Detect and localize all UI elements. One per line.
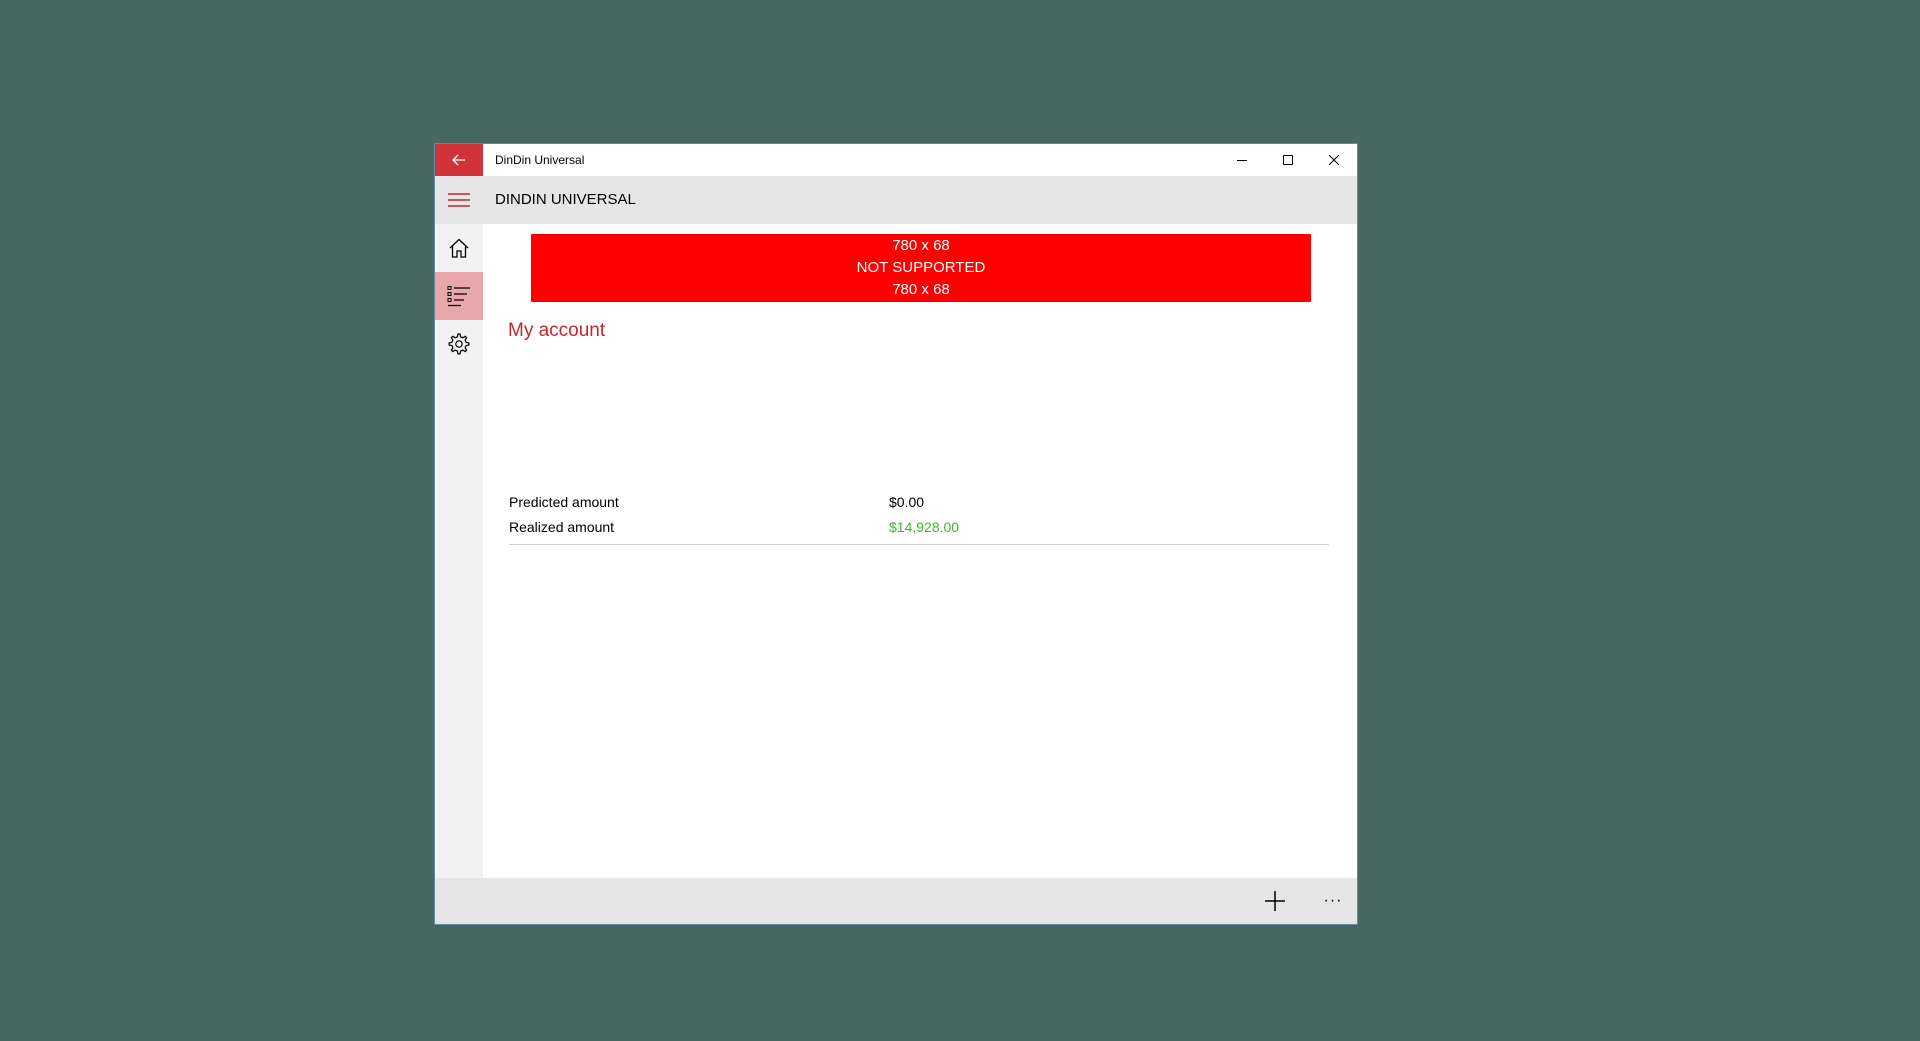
- nav-pane: [435, 224, 483, 878]
- ad-line-1: 780 x 68: [892, 237, 950, 254]
- list-item: Realized amount $14,928.00: [509, 519, 1329, 543]
- app-heading: DINDIN UNIVERSAL: [495, 191, 636, 208]
- predicted-amount-label: Predicted amount: [509, 494, 619, 510]
- gear-icon: [448, 333, 470, 355]
- minimize-icon: [1237, 160, 1247, 161]
- window-controls: [1219, 144, 1357, 176]
- predicted-amount-value: $0.00: [889, 494, 925, 510]
- back-button[interactable]: [435, 144, 483, 176]
- title-bar: DinDin Universal: [435, 144, 1357, 176]
- arrow-left-icon: [452, 154, 465, 166]
- ad-line-3: 780 x 68: [892, 281, 950, 298]
- maximize-icon: [1283, 155, 1293, 165]
- command-bar: ···: [435, 878, 1357, 924]
- minimize-button[interactable]: [1219, 144, 1265, 176]
- nav-item-accounts[interactable]: [435, 272, 483, 320]
- realized-amount-label: Realized amount: [509, 519, 615, 535]
- add-button[interactable]: [1251, 878, 1299, 924]
- menu-button[interactable]: [435, 176, 483, 224]
- nav-item-home[interactable]: [435, 224, 483, 272]
- ad-banner[interactable]: 780 x 68 NOT SUPPORTED 780 x 68: [531, 234, 1311, 302]
- home-icon: [449, 238, 469, 258]
- ad-line-2: NOT SUPPORTED: [856, 259, 986, 276]
- list-icon: [447, 286, 470, 307]
- divider: [509, 544, 1329, 545]
- section-title: My account: [508, 320, 606, 341]
- realized-amount-value: $14,928.00: [889, 519, 960, 535]
- plus-icon: [1265, 891, 1285, 911]
- list-item: Predicted amount $0.00: [509, 494, 1329, 518]
- app-window: DinDin Universal DINDIN UNIVERSAL 780 x …: [434, 143, 1358, 925]
- more-icon: ···: [1323, 892, 1343, 909]
- close-icon: [1329, 155, 1339, 165]
- close-button[interactable]: [1311, 144, 1357, 176]
- more-button[interactable]: ···: [1309, 878, 1357, 924]
- nav-item-settings[interactable]: [435, 320, 483, 368]
- maximize-button[interactable]: [1265, 144, 1311, 176]
- header-bar: DINDIN UNIVERSAL: [435, 176, 1357, 224]
- main-content: 780 x 68 NOT SUPPORTED 780 x 68 My accou…: [483, 224, 1357, 878]
- window-title: DinDin Universal: [495, 153, 585, 167]
- hamburger-icon: [448, 193, 470, 207]
